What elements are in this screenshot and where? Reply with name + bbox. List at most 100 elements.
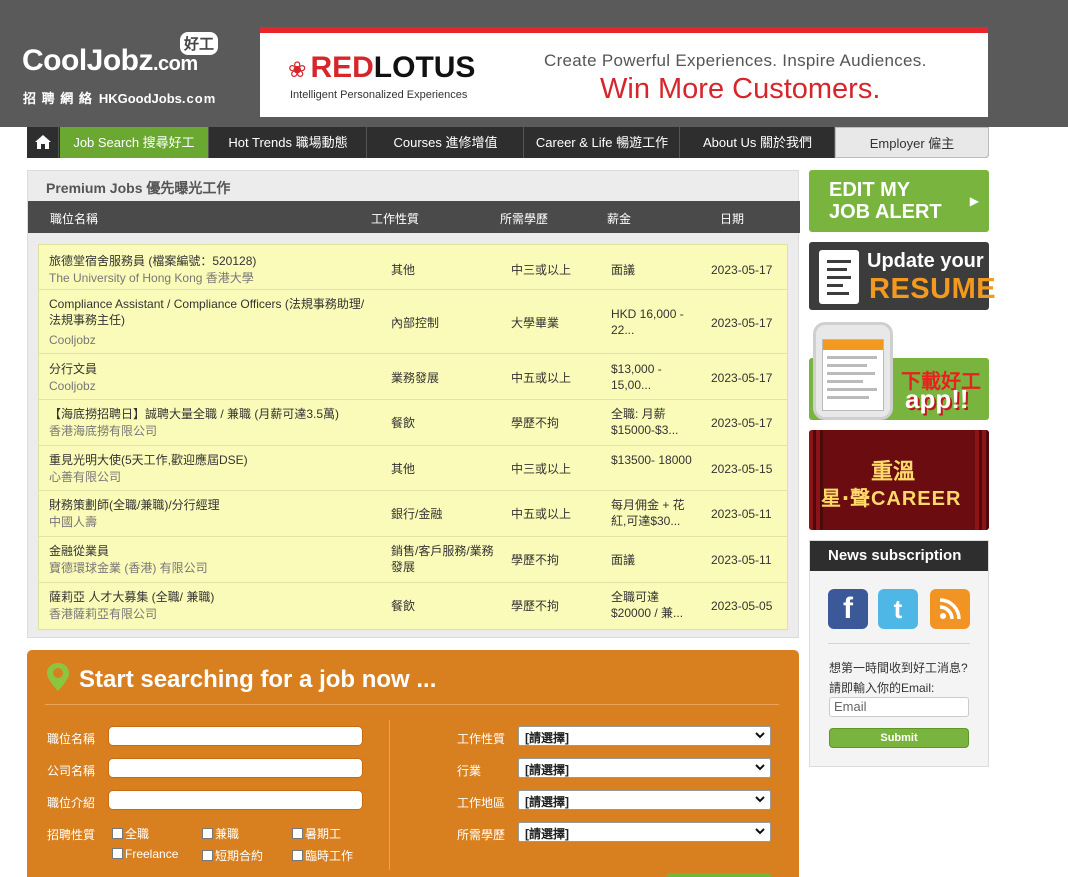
job-education: 大學畢業 xyxy=(511,316,560,330)
checkbox-box[interactable] xyxy=(202,850,213,861)
checkbox-full-time[interactable]: 全職 xyxy=(112,825,149,842)
job-title[interactable]: Compliance Assistant / Compliance Office… xyxy=(49,296,369,328)
job-type: 其他 xyxy=(391,263,416,277)
checkbox-box[interactable] xyxy=(112,828,123,839)
job-company: Cooljobz xyxy=(49,333,96,347)
banner-tagline: Intelligent Personalized Experiences xyxy=(290,89,468,101)
job-title[interactable]: 【海底撈招聘日】誠聘大量全職 / 兼職 (月薪可達3.5萬) xyxy=(49,406,369,422)
checkbox-box[interactable] xyxy=(202,828,213,839)
education-select[interactable]: [請選擇] xyxy=(518,822,771,842)
career-show-banner[interactable]: 重溫 星‧聲CAREER xyxy=(809,430,989,530)
tab-career-life[interactable]: Career & Life 暢遊工作 xyxy=(525,127,680,158)
region-select[interactable]: [請選擇] xyxy=(518,790,771,810)
home-button[interactable] xyxy=(27,127,59,158)
job-salary: 面議 xyxy=(611,263,636,277)
job-company: 中國人壽 xyxy=(49,515,98,529)
checkbox-part-time[interactable]: 兼職 xyxy=(202,825,239,842)
company-input[interactable] xyxy=(108,758,363,778)
job-education: 學歷不拘 xyxy=(511,599,560,613)
edit-job-alert-button[interactable]: EDIT MY JOB ALERT ▶ xyxy=(809,170,989,232)
description-label: 職位介紹 xyxy=(47,796,96,810)
col-position: 職位名稱 xyxy=(50,212,99,226)
search-title: Start searching for a job now ... xyxy=(79,666,437,693)
submit-button[interactable]: Submit xyxy=(829,728,969,748)
checkbox-box[interactable] xyxy=(292,850,303,861)
job-alert-text: EDIT MY JOB ALERT xyxy=(829,179,942,223)
job-education: 中三或以上 xyxy=(511,462,572,476)
job-date: 2023-05-17 xyxy=(711,316,773,330)
checkbox-short-contract[interactable]: 短期合約 xyxy=(202,847,263,864)
description-input[interactable] xyxy=(108,790,363,810)
table-row[interactable]: 【海底撈招聘日】誠聘大量全職 / 兼職 (月薪可達3.5萬) 香港海底撈有限公司… xyxy=(39,401,787,446)
facebook-icon[interactable]: f xyxy=(828,589,868,629)
job-salary: 每月佣金 + 花紅,可達$30... xyxy=(611,498,685,528)
checkbox-summer[interactable]: 暑期工 xyxy=(292,825,341,842)
industry-select[interactable]: [請選擇] xyxy=(518,758,771,778)
job-education: 中五或以上 xyxy=(511,507,572,521)
job-type: 內部控制 xyxy=(391,316,440,330)
job-search-panel: Start searching for a job now ... 職位名稱 公… xyxy=(27,650,799,877)
job-date: 2023-05-17 xyxy=(711,371,773,385)
job-list: 旅德堂宿舍服務員 (檔案編號：520128) The University of… xyxy=(38,244,788,630)
checkbox-box[interactable] xyxy=(112,848,123,859)
tab-employer[interactable]: Employer 僱主 xyxy=(835,127,989,158)
chevron-down-icon xyxy=(755,764,765,771)
tab-hot-trends[interactable]: Hot Trends 職場動態 xyxy=(210,127,367,158)
resume-line1: Update your xyxy=(867,250,984,272)
checkbox-temporary[interactable]: 臨時工作 xyxy=(292,847,353,864)
table-row[interactable]: 金融從業員 寶德環球金業 (香港) 有限公司 銷售/客戶服務/業務發展 學歷不拘… xyxy=(39,538,787,583)
ad-banner[interactable]: ❀ REDLOTUS Intelligent Personalized Exper… xyxy=(260,27,988,117)
tab-about-us[interactable]: About Us 關於我們 xyxy=(681,127,835,158)
job-title[interactable]: 旅德堂宿舍服務員 (檔案編號：520128) xyxy=(49,253,369,269)
job-type: 餐飲 xyxy=(391,599,416,613)
job-salary: 面議 xyxy=(611,553,636,567)
banner-line2: Win More Customers. xyxy=(600,73,881,105)
email-field[interactable]: Email xyxy=(829,697,969,717)
site-header: CoolJobz.com 好工 招 聘 網 絡 HKGoodJobs.com ❀ R… xyxy=(0,0,1068,127)
news-prompt-2: 請即輸入你的Email: xyxy=(829,681,935,695)
update-resume-button[interactable]: Update your RESUME xyxy=(809,242,996,310)
company-label: 公司名稱 xyxy=(47,764,96,778)
download-app-banner[interactable]: 下載好工 app!! xyxy=(809,318,989,420)
job-company: The University of Hong Kong 香港大學 xyxy=(49,271,254,285)
table-row[interactable]: 財務策劃師(全職/兼職)/分行經理 中國人壽 銀行/金融 中五或以上 每月佣金 … xyxy=(39,492,787,537)
twitter-icon[interactable]: t xyxy=(878,589,918,629)
rss-glyph xyxy=(939,598,961,620)
news-prompt-1: 想第一時間收到好工消息? xyxy=(829,661,968,675)
table-row[interactable]: 重見光明大使(5天工作,歡迎應屆DSE) 心善有限公司 其他 中三或以上 $13… xyxy=(39,447,787,491)
tab-job-search[interactable]: Job Search 搜尋好工 xyxy=(60,127,209,158)
curtain-right xyxy=(975,430,989,530)
chevron-down-icon xyxy=(755,828,765,835)
chevron-down-icon xyxy=(755,796,765,803)
table-row[interactable]: 薩莉亞 人才大募集 (全職/ 兼職) 香港薩莉亞有限公司 餐飲 學歷不拘 全職可… xyxy=(39,584,787,629)
logo-subtitle: 招 聘 網 絡 HKGoodJobs.com xyxy=(23,91,217,106)
job-salary: 全職可達 $20000 / 兼... xyxy=(611,590,684,620)
checkbox-box[interactable] xyxy=(292,828,303,839)
phone-screen xyxy=(822,339,884,411)
rss-icon[interactable] xyxy=(930,589,970,629)
cooljobz-logo[interactable]: CoolJobz.com 好工 招 聘 網 絡 HKGoodJobs.com xyxy=(20,30,235,110)
checkbox-freelance[interactable]: Freelance xyxy=(112,847,178,861)
job-title[interactable]: 分行文員 xyxy=(49,361,369,377)
job-type-select[interactable]: [請選擇] xyxy=(518,726,771,746)
job-title[interactable]: 重見光明大使(5天工作,歡迎應屆DSE) xyxy=(49,452,369,468)
job-title[interactable]: 薩莉亞 人才大募集 (全職/ 兼職) xyxy=(49,589,369,605)
table-row[interactable]: Compliance Assistant / Compliance Office… xyxy=(39,291,787,354)
job-company: Cooljobz xyxy=(49,379,96,393)
table-row[interactable]: 分行文員 Cooljobz 業務發展 中五或以上 $13,000 - 15,00… xyxy=(39,355,787,400)
location-pin-icon xyxy=(47,663,69,691)
job-nature-label: 招聘性質 xyxy=(47,828,96,842)
resume-document-icon xyxy=(819,250,859,304)
tab-courses[interactable]: Courses 進修增值 xyxy=(368,127,524,158)
job-title[interactable]: 金融從業員 xyxy=(49,543,369,559)
job-date: 2023-05-17 xyxy=(711,416,773,430)
job-type: 業務發展 xyxy=(391,371,440,385)
table-row[interactable]: 旅德堂宿舍服務員 (檔案編號：520128) The University of… xyxy=(39,245,787,290)
col-education: 所需學歷 xyxy=(500,212,549,226)
divider xyxy=(389,720,390,870)
logo-wordmark: CoolJobz.com xyxy=(22,44,198,77)
job-title[interactable]: 財務策劃師(全職/兼職)/分行經理 xyxy=(49,497,369,513)
position-input[interactable] xyxy=(108,726,363,746)
search-button[interactable] xyxy=(667,873,771,877)
job-education: 學歷不拘 xyxy=(511,416,560,430)
